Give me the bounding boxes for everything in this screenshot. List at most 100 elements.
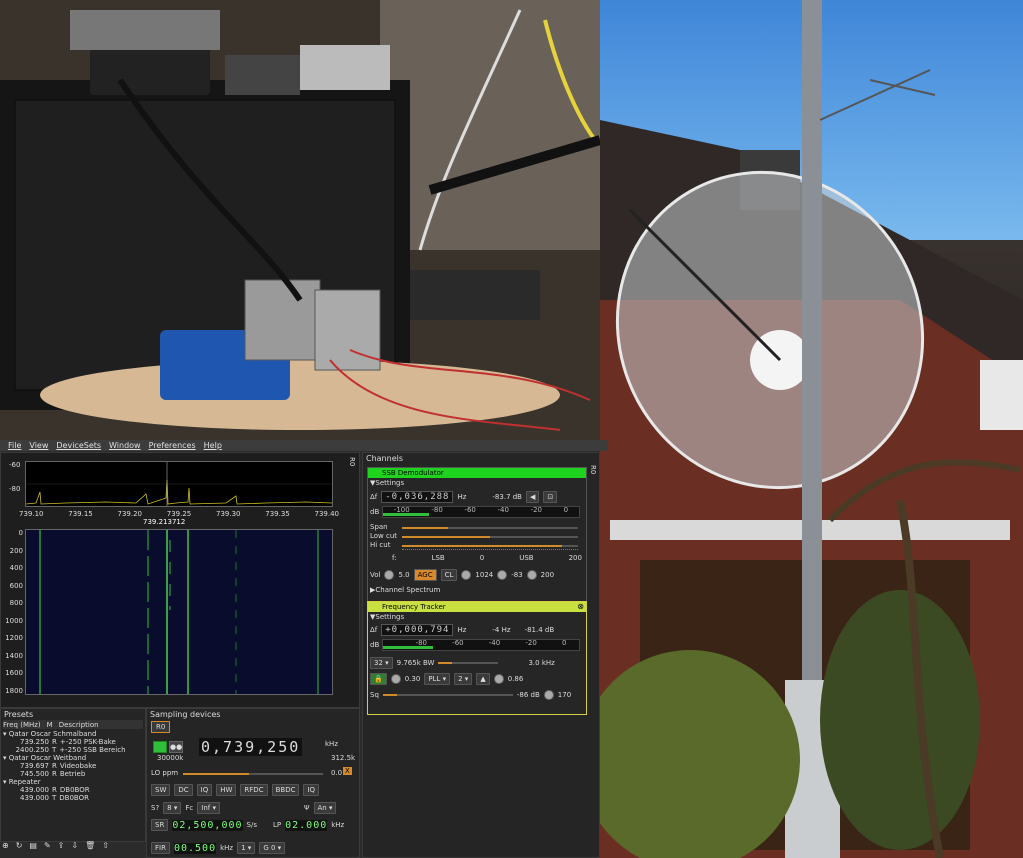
menu-preferences[interactable]: Preferences (149, 441, 196, 450)
preset-item[interactable]: 745.500 R Betrieb (3, 770, 143, 778)
ssb-agc-button[interactable]: AGC (413, 569, 437, 581)
edit-preset-icon[interactable]: ✎ (44, 841, 51, 850)
preset-item[interactable]: 2400.250 T +-250 SSB Bereich (3, 746, 143, 754)
lp-filter-input[interactable]: 02.000 (285, 819, 328, 831)
ssb-frequency-offset[interactable]: -0,036,288 (381, 491, 454, 503)
tracker-close-icon[interactable]: ⊗ (577, 602, 584, 611)
lo-ppm-slider[interactable] (183, 773, 323, 775)
add-preset-icon[interactable]: ⊕ (2, 841, 9, 850)
device-tab-r0[interactable]: R0 (151, 721, 171, 733)
spectrum-ytick: -60 (9, 461, 21, 469)
ssb-band-usb: USB (519, 554, 534, 562)
delete-preset-icon[interactable]: 🗑 (85, 841, 95, 850)
ssb-agc-time-knob[interactable] (461, 570, 472, 580)
tracker-frequency-offset[interactable]: +0,000,794 (381, 624, 454, 636)
spectrum-xtick: 739.20 (117, 510, 143, 518)
s-select[interactable]: 8 ▾ (163, 802, 182, 814)
ssb-lowcut-slider[interactable] (402, 536, 578, 538)
ssb-header[interactable]: SSB Demodulator (368, 468, 586, 478)
tracker-header[interactable]: Frequency Tracker (368, 602, 586, 612)
ssb-audio-button[interactable]: ◀ (526, 491, 540, 503)
waterfall-ytick: 1000 (5, 616, 23, 625)
tracker-order-select[interactable]: 2 ▾ (454, 673, 473, 685)
fir-order-select[interactable]: 1 ▾ (237, 842, 256, 854)
waterfall-display[interactable] (25, 529, 333, 695)
toggle-sw[interactable]: SW (151, 784, 171, 796)
menu-file[interactable]: File (8, 441, 21, 450)
toggle-hw[interactable]: HW (216, 784, 237, 796)
tracker-up-icon[interactable]: ▲ (476, 673, 490, 685)
tracker-pll-select[interactable]: PLL ▾ (424, 673, 451, 685)
preset-mode: T (52, 746, 57, 754)
sample-rate-input[interactable]: 02,500,000 (172, 819, 243, 831)
presets-header: Freq (MHz) M Description (3, 720, 143, 729)
tracker-lock-icon[interactable]: 🔒 (370, 673, 387, 685)
preset-group[interactable]: ▾ Qatar Oscar Schmalband (3, 730, 143, 738)
fir-order-value: 1 (241, 844, 246, 852)
ssb-cl-button[interactable]: CL (440, 569, 458, 581)
menu-help[interactable]: Help (204, 441, 222, 450)
tracker-tau-knob[interactable] (493, 674, 504, 684)
marker-frequency: 739.213712 (143, 518, 186, 526)
ssb-filter-button[interactable]: ⊡ (543, 491, 558, 503)
ssb-vol-knob[interactable] (384, 570, 395, 580)
ssb-fft-label: f: (392, 554, 397, 562)
lo-ppm-reset-button[interactable]: X (343, 767, 352, 775)
record-button[interactable]: ●● (169, 741, 183, 753)
preset-item[interactable]: 739.697 R Videobake (3, 762, 143, 770)
preset-desc: DB0BOR (59, 786, 90, 794)
fir-gain-select[interactable]: G 0 ▾ (259, 842, 286, 854)
ssb-settings-label: Settings (375, 479, 405, 487)
tracker-alpha-knob[interactable] (390, 674, 401, 684)
preset-group[interactable]: ▾ Qatar Oscar Weitband (3, 754, 143, 762)
ssb-agc-threshold-knob[interactable] (497, 570, 508, 580)
import-preset-icon[interactable]: ⇩ (71, 841, 78, 850)
ssb-lowcut-label: Low cut (370, 532, 398, 540)
spectrum-display[interactable] (25, 461, 333, 507)
load-preset-icon[interactable]: ⇧ (102, 841, 109, 850)
preset-mode: R (52, 786, 57, 794)
photo-electronics-desk (0, 0, 600, 440)
tracker-bw-slider[interactable] (438, 662, 499, 664)
menu-devicesets[interactable]: DeviceSets (56, 441, 101, 450)
update-preset-icon[interactable]: ↻ (16, 841, 23, 850)
save-preset-icon[interactable]: ▤ (29, 841, 37, 850)
menu-bar: File View DeviceSets Window Preferences … (0, 440, 608, 451)
start-stop-button[interactable] (153, 741, 167, 753)
preset-group[interactable]: ▾ Repeater (3, 778, 143, 786)
ssb-band-zero: 0 (479, 554, 485, 562)
tracker-settings-toggle[interactable]: ▼Settings (370, 613, 404, 621)
tracker-sq-gate-knob[interactable] (543, 690, 554, 700)
tracker-settings-label: Settings (375, 613, 405, 621)
toggle-iq-2[interactable]: IQ (303, 784, 320, 796)
lo-ppm-value: 0.0 (331, 769, 343, 777)
fir-unit: kHz (220, 844, 234, 852)
ssb-agc-delay-knob[interactable] (526, 570, 537, 580)
toggle-rfdc[interactable]: RFDC (240, 784, 268, 796)
center-frequency-display[interactable]: 0,739,250 (199, 738, 303, 756)
menu-view[interactable]: View (29, 441, 48, 450)
antenna-select[interactable]: An ▾ (313, 802, 337, 814)
ssb-agc-threshold: -83 (511, 571, 523, 579)
toggle-iq[interactable]: IQ (196, 784, 213, 796)
preset-item[interactable]: 439.000 R DB0BOR (3, 786, 143, 794)
export-preset-icon[interactable]: ⇪ (58, 841, 65, 850)
toggle-bbdc[interactable]: BBDC (271, 784, 300, 796)
preset-item[interactable]: 739.250 R +-250 PSK-Bake (3, 738, 143, 746)
sdrangel-window: File View DeviceSets Window Preferences … (0, 440, 608, 858)
fc-select[interactable]: Inf ▾ (197, 802, 220, 814)
tracker-decimation-select[interactable]: 32 ▾ (370, 657, 393, 669)
fir-input[interactable]: 00.500 (173, 842, 217, 854)
waterfall-ytick: 1800 (5, 686, 23, 695)
ssb-settings-toggle[interactable]: ▼Settings (370, 479, 404, 487)
tracker-sq-slider[interactable] (382, 694, 513, 696)
preset-freq: 745.500 (20, 770, 49, 778)
menu-window[interactable]: Window (109, 441, 141, 450)
ssb-hicut-slider[interactable] (402, 545, 578, 547)
preset-item[interactable]: 439.000 T DB0BOR (3, 794, 143, 802)
fc-label: Fc (185, 804, 194, 812)
ssb-channel-spectrum-toggle[interactable]: ▶Channel Spectrum (370, 586, 440, 594)
toggle-dc[interactable]: DC (174, 784, 193, 796)
ssb-span-slider[interactable] (402, 527, 578, 529)
spectrum-xaxis: 739.10 739.15 739.20 739.25 739.30 739.3… (19, 510, 339, 518)
